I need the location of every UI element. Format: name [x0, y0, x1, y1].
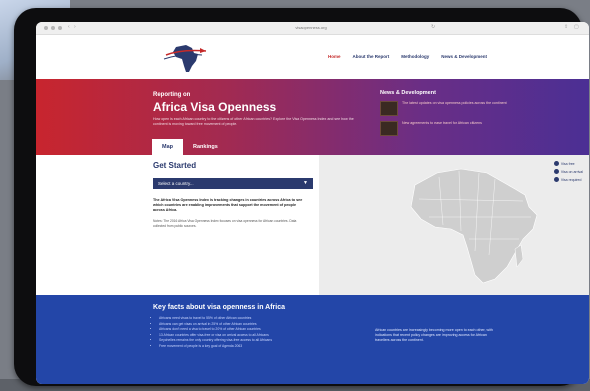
reload-icon[interactable]: ↻: [431, 24, 435, 30]
nav-news[interactable]: News & Development: [441, 54, 487, 59]
tab-rankings[interactable]: Rankings: [183, 139, 228, 155]
legend-item[interactable]: Visa free: [553, 161, 583, 166]
list-item: Free movement of people is a key goal of…: [159, 344, 359, 350]
site-header: Home About the Report Methodology News &…: [36, 35, 589, 79]
news-item[interactable]: The latest updates on visa openness poli…: [380, 101, 530, 116]
legend-label: Visa on arrival: [560, 169, 583, 174]
news-thumbnail[interactable]: [380, 101, 398, 116]
nav-methodology[interactable]: Methodology: [401, 54, 429, 59]
window-minimize-dot[interactable]: [51, 26, 55, 30]
chevron-down-icon: ▼: [303, 180, 308, 186]
tabs-icon[interactable]: ▢: [574, 24, 579, 30]
tablet-device: ‹ › visaopenness.org ↻ ⇪ ▢ Home About th…: [14, 8, 589, 386]
hero-description: How open is each African country to the …: [153, 117, 354, 126]
legend-item[interactable]: Visa on arrival: [553, 169, 583, 174]
hero-pre-title: Reporting on: [153, 92, 191, 98]
legend-swatch: [553, 177, 559, 182]
map-section: Get Started Select a country... ▼ The Af…: [36, 155, 589, 295]
tablet-screen: ‹ › visaopenness.org ↻ ⇪ ▢ Home About th…: [36, 22, 589, 384]
get-started-panel: Get Started Select a country... ▼ The Af…: [153, 161, 313, 228]
key-facts-heading: Key facts about visa openness in Africa: [153, 304, 286, 311]
hero-banner: Reporting on Africa Visa Openness How op…: [36, 79, 589, 155]
notes-text: Notes: The 2016 Africa Visa Openness Ind…: [153, 219, 297, 228]
news-thumbnail[interactable]: [380, 121, 398, 136]
key-facts-list: Africans need visas to travel to 55% of …: [153, 316, 359, 350]
nav-about[interactable]: About the Report: [353, 54, 390, 59]
intro-text: The Africa Visa Openness Index is tracki…: [153, 198, 303, 212]
legend-swatch: [553, 161, 559, 166]
key-facts-aside: African countries are increasingly becom…: [375, 328, 493, 342]
news-heading: News & Development: [380, 90, 436, 96]
view-tabs: Map Rankings: [152, 139, 228, 155]
share-icon[interactable]: ⇪: [564, 24, 568, 30]
back-icon[interactable]: ‹: [68, 24, 70, 30]
page-title: Africa Visa Openness: [153, 100, 277, 114]
main-nav: Home About the Report Methodology News &…: [328, 54, 487, 59]
address-bar[interactable]: visaopenness.org: [266, 25, 356, 31]
country-select-value: Select a country...: [158, 181, 194, 186]
map-panel: Visa free Visa on arrival Visa required: [319, 155, 589, 295]
window-zoom-dot[interactable]: [58, 26, 62, 30]
forward-icon[interactable]: ›: [74, 24, 76, 30]
country-select[interactable]: Select a country... ▼: [153, 178, 313, 189]
legend-swatch: [553, 169, 559, 174]
legend-label: Visa free: [560, 161, 575, 166]
news-item-text[interactable]: New agreements to ease travel for Africa…: [402, 121, 482, 136]
browser-toolbar: ‹ › visaopenness.org ↻ ⇪ ▢: [36, 22, 589, 35]
map-legend: Visa free Visa on arrival Visa required: [553, 161, 583, 185]
tab-map[interactable]: Map: [152, 139, 183, 155]
key-facts-section: Key facts about visa openness in Africa …: [36, 295, 589, 384]
africa-logo-icon[interactable]: [162, 39, 210, 75]
news-panel: News & Development The latest updates on…: [380, 90, 530, 141]
news-item[interactable]: New agreements to ease travel for Africa…: [380, 121, 530, 136]
africa-map[interactable]: [319, 155, 589, 295]
window-close-dot[interactable]: [44, 26, 48, 30]
get-started-heading: Get Started: [153, 161, 197, 170]
legend-item[interactable]: Visa required: [553, 177, 583, 182]
news-item-text[interactable]: The latest updates on visa openness poli…: [402, 101, 507, 116]
nav-home[interactable]: Home: [328, 54, 341, 59]
legend-label: Visa required: [560, 177, 582, 182]
